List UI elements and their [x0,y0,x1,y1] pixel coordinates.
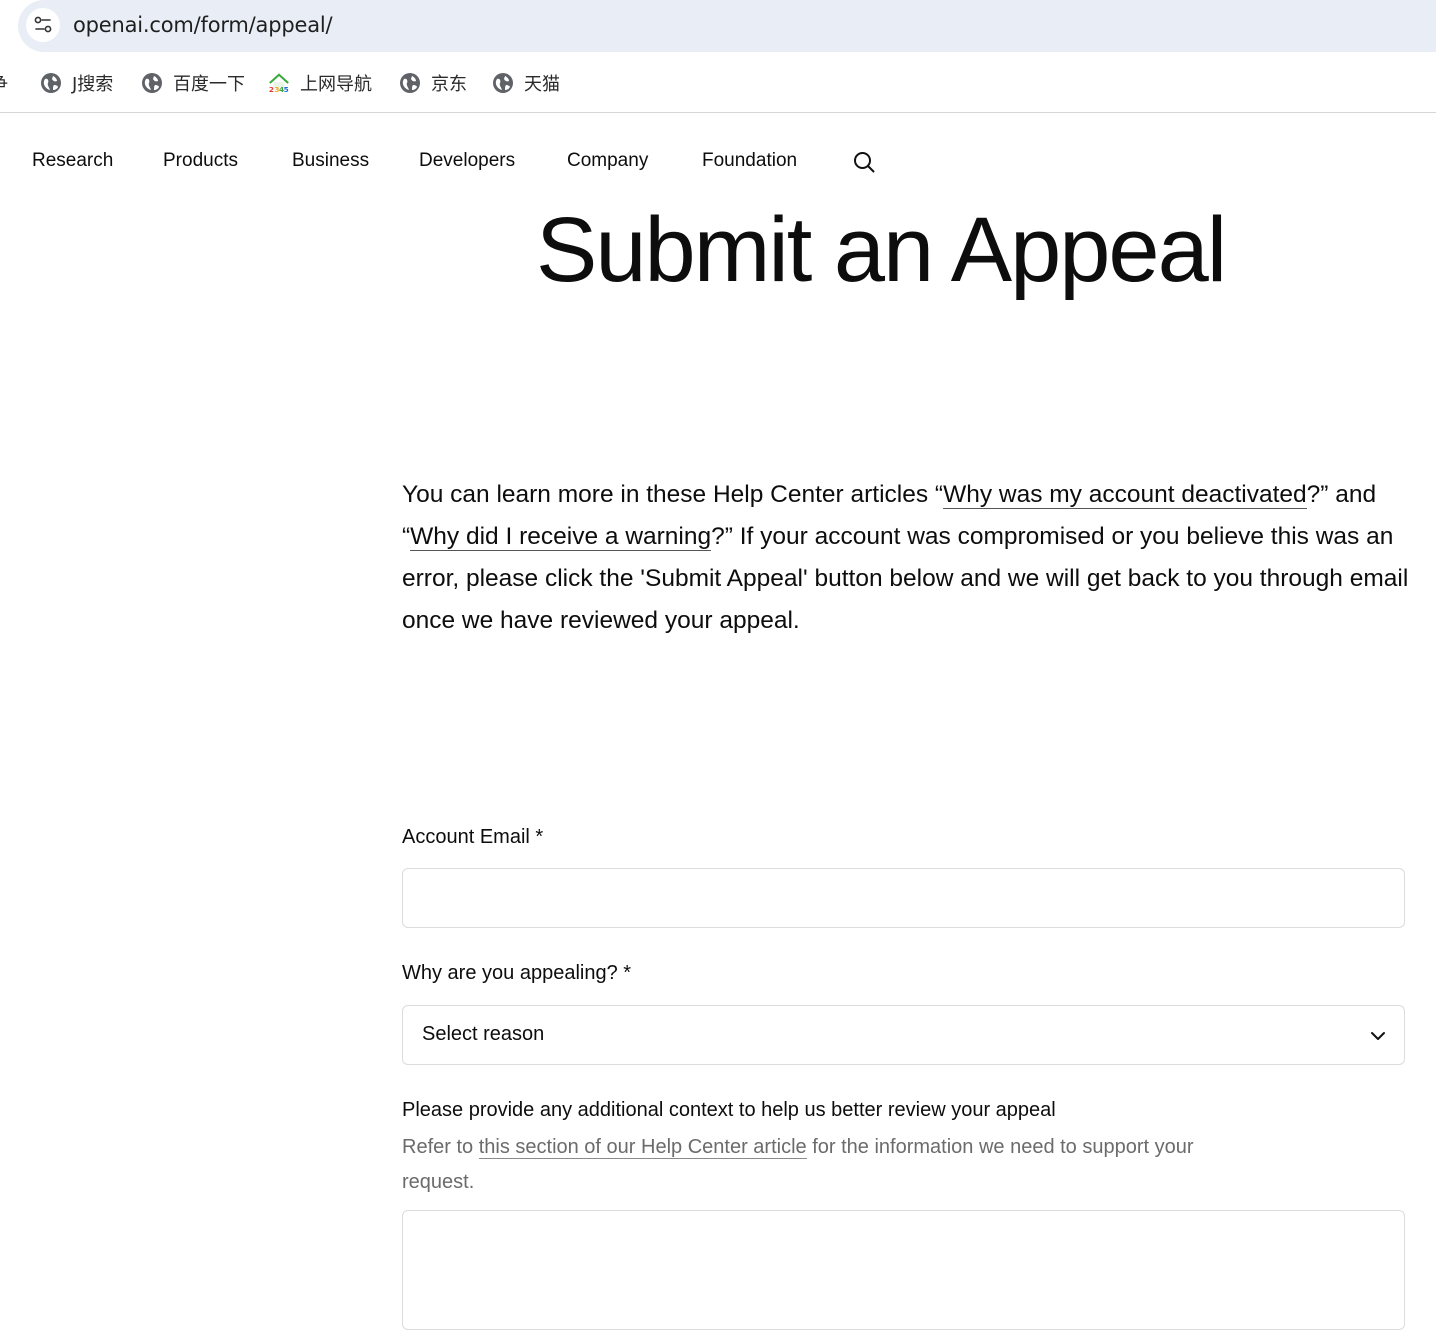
url-text[interactable]: openai.com/form/appeal/ [73,13,333,37]
address-bar[interactable]: openai.com/form/appeal/ [18,0,1436,52]
globe-icon [142,73,162,93]
bookmark-jsousuo[interactable]: J搜索 [40,69,113,97]
nav-products[interactable]: Products [163,150,238,172]
bookmark-cut-off[interactable]: 争 [0,69,8,97]
context-label: Please provide any additional context to… [402,1099,1056,1121]
nav-developers[interactable]: Developers [419,150,515,172]
intro-paragraph: You can learn more in these Help Center … [402,474,1412,642]
bookmark-baidu[interactable]: 百度一下 [141,69,245,97]
page-title: Submit an Appeal [536,199,1227,301]
bookmarks-bar: 争 J搜索 百度一下 2 3 4 5 上网导航 [0,52,1436,113]
svg-text:2: 2 [269,85,274,94]
site-info-icon[interactable] [26,8,60,42]
intro-text-1: You can learn more in these Help Center … [402,481,944,508]
browser-toolbar: openai.com/form/appeal/ [0,0,1436,52]
help-link-warning[interactable]: Why did I receive a warning [410,523,712,551]
context-help-text: Refer to this section of our Help Center… [402,1130,1242,1200]
nav-research[interactable]: Research [32,150,113,172]
help-prefix: Refer to [402,1136,479,1158]
bookmark-label: J搜索 [72,74,114,95]
bookmark-label: 百度一下 [173,74,245,95]
reason-selected-value: Select reason [422,1023,545,1045]
site-nav: Research Products Business Developers Co… [0,140,1000,184]
help-center-section-link[interactable]: this section of our Help Center article [478,1136,807,1159]
nav-foundation[interactable]: Foundation [702,150,797,172]
chevron-down-icon [1371,1032,1385,1040]
globe-icon [493,73,513,93]
bookmark-label: 天猫 [524,74,560,95]
bookmark-2345[interactable]: 2 3 4 5 上网导航 [268,69,372,97]
context-textarea[interactable] [402,1210,1405,1330]
bookmark-label: 上网导航 [300,74,372,95]
nav-business[interactable]: Business [292,150,369,172]
account-email-field[interactable] [402,868,1405,928]
bookmark-label: 京东 [431,74,467,95]
nav-company[interactable]: Company [567,150,648,172]
bookmark-tmall[interactable]: 天猫 [492,69,560,97]
account-email-label: Account Email * [402,826,544,848]
2345-house-icon: 2 3 4 5 [269,73,289,94]
account-email-input[interactable] [403,869,1404,927]
reason-select[interactable]: Select reason [402,1005,1405,1065]
bookmark-jd[interactable]: 京东 [399,69,467,97]
bookmark-label: 争 [0,70,8,96]
globe-icon [41,73,61,93]
globe-icon [400,73,420,93]
search-icon[interactable] [852,150,876,174]
help-link-deactivated[interactable]: Why was my account deactivated [943,481,1307,509]
svg-text:5: 5 [284,85,289,94]
reason-label: Why are you appealing? * [402,962,632,984]
